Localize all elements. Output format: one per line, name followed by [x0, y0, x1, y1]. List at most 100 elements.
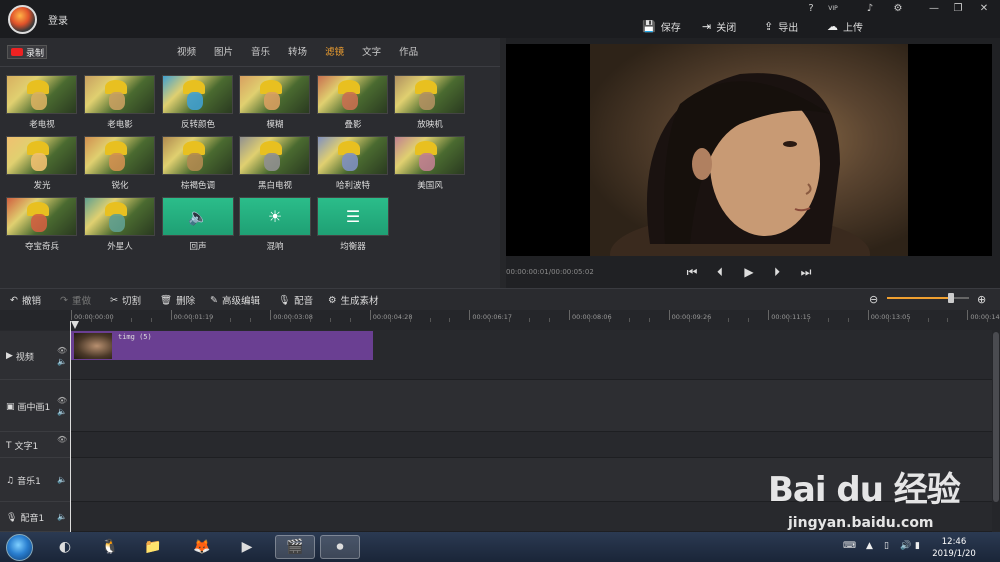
ruler-minor-tick — [489, 318, 491, 322]
ruler-label: 00:00:08:06 — [572, 313, 612, 321]
filter-item[interactable]: 棕褐色调 — [159, 136, 237, 194]
tab-5[interactable]: 文字 — [353, 46, 390, 60]
video-clip[interactable] — [71, 331, 373, 360]
volume-icon[interactable]: 🔊 — [900, 541, 911, 551]
step-forward-icon[interactable]: ⏵ — [769, 264, 785, 280]
tab-3[interactable]: 转场 — [279, 46, 316, 60]
edit-toolbar — [0, 288, 1000, 310]
equalizer-icon: ☰ — [345, 207, 361, 226]
action-cloud-upload-button[interactable]: ☁ 上传 — [827, 18, 863, 34]
microphone-button[interactable]: 🎙 配音 — [278, 293, 313, 308]
filter-label: 叠影 — [344, 120, 362, 130]
zoom-out-icon[interactable]: ⊖ — [869, 293, 878, 306]
gear-icon[interactable]: ⚙ — [890, 2, 906, 16]
screen-recorder-icon[interactable]: ⏺ — [320, 535, 360, 559]
playhead-marker[interactable] — [71, 321, 79, 329]
speaker-icon[interactable]: 🔈 — [57, 407, 67, 416]
filter-item[interactable]: 🔈 回声 — [159, 197, 237, 255]
trash-button[interactable]: 🗑 删除 — [160, 293, 195, 308]
zoom-slider-handle[interactable] — [947, 293, 954, 303]
skip-start-icon[interactable]: ⏮ — [684, 264, 700, 280]
playhead-line — [70, 321, 71, 532]
taskbar-clock[interactable]: 12:46 2019/1/20 — [928, 536, 980, 560]
media-player-icon[interactable]: ▶ — [232, 535, 262, 559]
track-header-0[interactable]: ▶ 视频 👁 🔈 — [0, 331, 70, 380]
eye-icon[interactable]: 👁 — [57, 346, 67, 355]
speaker-icon[interactable]: 🔈 — [57, 475, 67, 484]
track-header-1[interactable]: ▣ 画中画1 👁 🔈 — [0, 380, 70, 432]
export-icon: ⇪ — [764, 19, 774, 33]
ruler-tick — [270, 310, 272, 320]
track-lane-1[interactable] — [70, 380, 992, 432]
face-shape — [109, 214, 125, 232]
filter-thumbnail — [162, 136, 233, 175]
play-icon[interactable]: ▶ — [741, 264, 757, 280]
timeline-scrollbar-thumb[interactable] — [993, 332, 999, 502]
track-header-4[interactable]: 🎙 配音1 🔈 — [0, 502, 70, 532]
filter-thumbnail — [162, 75, 233, 114]
scissors-button[interactable]: ✂ 切割 — [110, 293, 141, 308]
eye-icon[interactable]: 👁 — [57, 396, 67, 405]
action-save-button[interactable]: 💾 保存 — [642, 18, 681, 34]
eye-icon[interactable]: 👁 — [57, 435, 67, 444]
filter-item[interactable]: 黑白电视 — [236, 136, 314, 194]
start-button[interactable] — [6, 534, 33, 561]
filter-item[interactable]: 反转颜色 — [159, 75, 237, 133]
ruler-minor-tick — [230, 318, 232, 322]
tab-0[interactable]: 视频 — [168, 46, 205, 60]
ruler-tick — [71, 310, 72, 320]
speaker-icon[interactable]: 🔈 — [57, 512, 67, 521]
filter-item[interactable]: 外星人 — [81, 197, 159, 255]
restore-icon[interactable]: ❐ — [950, 2, 966, 16]
file-explorer-icon[interactable]: 📁 — [138, 535, 168, 559]
step-back-icon[interactable]: ⏴ — [712, 264, 728, 280]
device-icon[interactable]: ▯ — [884, 541, 889, 551]
speaker-icon[interactable]: 🔈 — [57, 357, 67, 366]
tab-6[interactable]: 作品 — [390, 46, 427, 60]
login-link[interactable]: 登录 — [48, 12, 68, 27]
360-browser-icon[interactable]: ◐ — [50, 535, 80, 559]
tab-2[interactable]: 音乐 — [242, 46, 279, 60]
firefox-icon[interactable]: 🦊 — [187, 535, 217, 559]
video-editor-icon[interactable]: 🎬 — [275, 535, 315, 559]
skip-end-icon[interactable]: ⏭ — [798, 264, 814, 280]
filter-item[interactable]: 老电视 — [3, 75, 81, 133]
filter-item[interactable]: 模糊 — [236, 75, 314, 133]
qq-icon[interactable]: 🐧 — [95, 535, 125, 559]
filter-item[interactable]: ☀ 混响 — [236, 197, 314, 255]
track-lane-2[interactable] — [70, 432, 992, 458]
tab-divider — [0, 66, 500, 67]
minimize-icon[interactable]: — — [926, 2, 942, 16]
keyboard-icon[interactable]: ⌨ — [843, 541, 856, 551]
filter-item[interactable]: 放映机 — [391, 75, 469, 133]
tab-1[interactable]: 图片 — [205, 46, 242, 60]
filter-item[interactable]: 老电影 — [81, 75, 159, 133]
record-button[interactable]: 录制 — [7, 45, 47, 59]
zoom-in-icon[interactable]: ⊕ — [977, 293, 986, 306]
filter-item[interactable]: ☰ 均衡器 — [314, 197, 392, 255]
question-icon[interactable]: ? — [803, 2, 819, 16]
filter-item[interactable]: 锐化 — [81, 136, 159, 194]
zoom-slider-fill — [887, 297, 951, 299]
film-reel-button[interactable]: ⚙ 生成素材 — [328, 293, 379, 308]
vip-icon[interactable]: VIP — [825, 2, 841, 16]
tab-4[interactable]: 滤镜 — [316, 46, 353, 60]
track-header-3[interactable]: ♫ 音乐1 🔈 — [0, 458, 70, 502]
filter-thumbnail — [84, 197, 155, 236]
filter-item[interactable]: 夺宝奇兵 — [3, 197, 81, 255]
filter-item[interactable]: 美国风 — [391, 136, 469, 194]
track-header-2[interactable]: T 文字1 👁 — [0, 432, 70, 458]
pencil-button[interactable]: ✎ 高级编辑 — [210, 293, 260, 308]
action-close-doc-button[interactable]: ⇥ 关闭 — [702, 18, 736, 34]
bell-icon[interactable]: ♪ — [862, 2, 878, 16]
face-shape — [342, 92, 358, 110]
redo-button[interactable]: ↷ 重做 — [60, 293, 91, 308]
tray-arrow-icon[interactable]: ▲ — [866, 541, 873, 551]
action-export-button[interactable]: ⇪ 导出 — [764, 18, 798, 34]
filter-item[interactable]: 发光 — [3, 136, 81, 194]
filter-item[interactable]: 哈利波特 — [314, 136, 392, 194]
network-icon[interactable]: ▮ — [915, 541, 920, 551]
close-icon[interactable]: ✕ — [976, 2, 992, 16]
filter-item[interactable]: 叠影 — [314, 75, 392, 133]
undo-button[interactable]: ↶ 撤销 — [10, 293, 41, 308]
